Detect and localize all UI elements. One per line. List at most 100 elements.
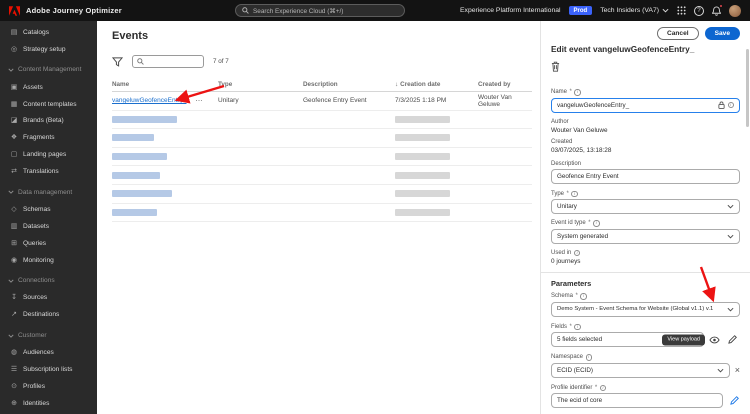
redacted-cell-bar	[112, 115, 177, 123]
view-payload-button[interactable]	[707, 332, 722, 347]
sidebar-section-connections[interactable]: Connections	[0, 272, 97, 289]
pencil-icon	[729, 396, 739, 405]
sidebar-item-label: Fragments	[23, 134, 55, 142]
column-header-name[interactable]: Name	[112, 81, 218, 88]
notification-badge	[718, 3, 723, 8]
app-root: Adobe Journey Optimizer Search Experienc…	[0, 0, 750, 414]
avatar[interactable]	[729, 4, 741, 17]
description-input[interactable]: Geofence Entry Event	[551, 168, 740, 184]
info-icon[interactable]: i	[573, 249, 581, 256]
sidebar-item-strategy-setup[interactable]: ◎ Strategy setup	[0, 41, 97, 58]
fragments-icon: ❖	[10, 134, 18, 142]
chevron-down-icon	[727, 204, 734, 209]
info-icon[interactable]: i	[580, 293, 587, 300]
table-row[interactable]: vangeluwGeofenceEntry_ ⋯ Unitary Geofenc…	[112, 92, 532, 111]
redacted-cell-bar	[112, 134, 154, 142]
sidebar-item-content-templates[interactable]: ▦ Content templates	[0, 96, 97, 113]
table-row[interactable]	[112, 185, 532, 204]
datasets-icon: ▥	[10, 222, 18, 230]
org-label[interactable]: Experience Platform International	[460, 7, 561, 14]
sidebar-item-brands[interactable]: ◪ Brands (Beta)	[0, 112, 97, 129]
destinations-icon: ↗	[11, 311, 17, 319]
table-row[interactable]	[112, 129, 532, 148]
sandbox-switcher[interactable]: Tech Insiders (VA7)	[600, 7, 669, 14]
cell-description: Geofence Entry Event	[303, 97, 367, 105]
info-icon[interactable]: i	[574, 89, 581, 96]
redacted-cell-bar	[395, 208, 450, 216]
delete-button[interactable]	[551, 61, 560, 72]
save-button[interactable]: Save	[704, 27, 740, 40]
info-icon[interactable]: i	[593, 220, 600, 227]
sidebar-item-datasets[interactable]: ▥ Datasets	[0, 218, 97, 235]
table-row[interactable]	[112, 166, 532, 185]
table-row[interactable]	[112, 148, 532, 167]
sidebar-section-label: Customer	[18, 331, 47, 339]
name-input[interactable]: vangeluwGeofenceEntry_ i	[551, 97, 740, 113]
notifications-button[interactable]	[712, 3, 723, 16]
apps-grid-icon[interactable]	[677, 6, 686, 15]
author-field-group: Author Wouter Van Geluwe	[551, 119, 740, 134]
info-icon[interactable]: i	[599, 384, 607, 391]
info-icon[interactable]: i	[571, 190, 578, 197]
sidebar-section-data-management[interactable]: Data management	[0, 184, 97, 201]
filter-icon[interactable]	[112, 56, 123, 67]
table-header: Name Type Description ↓ Creation date Cre…	[112, 77, 532, 92]
sidebar-item-audiences[interactable]: ◍ Audiences	[0, 344, 97, 361]
sidebar-item-identities[interactable]: ⊕ Identities	[0, 395, 97, 412]
queries-icon: ⊞	[11, 239, 17, 247]
help-icon[interactable]: ?	[694, 5, 704, 16]
sort-desc-icon: ↓	[395, 80, 399, 88]
sidebar-section-customer[interactable]: Customer	[0, 327, 97, 344]
schema-select[interactable]: Demo System - Event Schema for Website (…	[551, 301, 740, 317]
brand[interactable]: Adobe Journey Optimizer	[9, 5, 122, 16]
sidebar-section-label: Data management	[18, 188, 73, 196]
column-header-description[interactable]: Description	[303, 81, 395, 88]
cancel-button[interactable]: Cancel	[656, 27, 699, 40]
page-title: Events	[112, 30, 149, 42]
type-select[interactable]: Unitary	[551, 199, 740, 214]
column-header-created-by[interactable]: Created by	[478, 81, 532, 88]
sidebar-item-subscription-lists[interactable]: ☰ Subscription lists	[0, 361, 97, 378]
search-icon	[137, 58, 144, 65]
sidebar-item-profiles[interactable]: ⊙ Profiles	[0, 378, 97, 395]
created-value: 03/07/2025, 13:18:28	[551, 146, 612, 154]
column-header-creation-date[interactable]: ↓ Creation date	[395, 81, 478, 88]
sidebar-section-content-management[interactable]: Content Management	[0, 62, 97, 79]
sidebar-item-monitoring[interactable]: ◉ Monitoring	[0, 252, 97, 269]
eye-icon	[709, 336, 720, 343]
event-name-link[interactable]: vangeluwGeofenceEntry_	[112, 97, 186, 104]
main-content: Events 7 of 7 Name Type Description ↓ Cre…	[97, 21, 540, 414]
edit-profile-identifier-button[interactable]	[728, 393, 740, 408]
info-icon[interactable]: i	[727, 101, 734, 109]
namespace-select[interactable]: ECID (ECID)	[551, 362, 730, 378]
namespace-label: Namespace	[551, 354, 584, 361]
experience-cloud-search[interactable]: Search Experience Cloud (⌘+/)	[235, 4, 405, 17]
cell-creation-date: 7/3/2025 1:18 PM	[395, 97, 447, 105]
sidebar-item-translations[interactable]: ⇄ Translations	[0, 163, 97, 180]
more-actions-icon[interactable]: ⋯	[195, 97, 203, 105]
clear-namespace-icon[interactable]: ×	[735, 365, 740, 375]
sidebar-item-schemas[interactable]: ◇ Schemas	[0, 201, 97, 218]
info-icon[interactable]: i	[585, 354, 593, 361]
column-header-type[interactable]: Type	[218, 81, 303, 88]
sidebar-item-sources[interactable]: ↧ Sources	[0, 289, 97, 306]
scrollbar[interactable]	[746, 49, 749, 127]
edit-fields-button[interactable]	[725, 332, 740, 347]
sidebar-item-assets[interactable]: ▣ Assets	[0, 79, 97, 96]
sidebar-item-destinations[interactable]: ↗ Destinations	[0, 306, 97, 323]
sidebar-item-queries[interactable]: ⊞ Queries	[0, 235, 97, 252]
table-row[interactable]	[112, 204, 532, 223]
event-id-type-select[interactable]: System generated	[551, 228, 740, 244]
profile-identifier-input[interactable]: The ecid of core	[551, 393, 723, 408]
schema-label: Schema	[551, 293, 574, 300]
redacted-cell-bar	[112, 190, 172, 198]
created-label: Created	[551, 138, 573, 145]
sidebar-item-catalogs[interactable]: ▤ Catalogs	[0, 24, 97, 41]
table-row[interactable]	[112, 111, 532, 130]
sidebar-item-landing-pages[interactable]: ▢ Landing pages	[0, 146, 97, 163]
table-search-input[interactable]	[132, 55, 204, 68]
info-icon[interactable]: i	[574, 323, 581, 330]
trash-icon	[551, 61, 560, 72]
sidebar-item-fragments[interactable]: ❖ Fragments	[0, 129, 97, 146]
used-in-value: 0 journeys	[551, 258, 581, 265]
